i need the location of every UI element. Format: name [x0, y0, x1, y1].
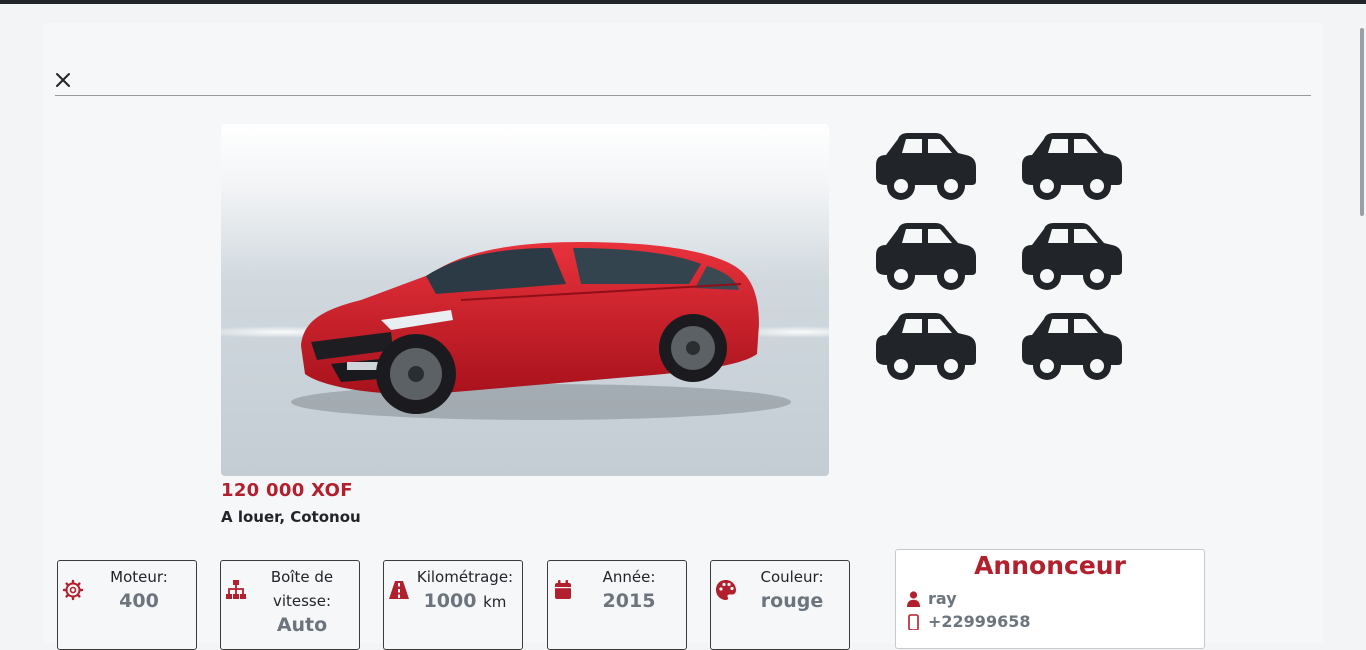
main-car-photo[interactable]	[221, 124, 829, 476]
announcer-phone-row[interactable]: +22999658	[906, 612, 1030, 631]
spec-value-wrap: 1000 km	[408, 590, 522, 612]
mobile-phone-icon	[908, 613, 919, 630]
header-divider	[55, 95, 1311, 96]
announcer-name: ray	[928, 589, 957, 608]
close-button[interactable]	[55, 72, 71, 90]
car-icon	[876, 313, 976, 380]
spec-gearbox: Boîte de vitesse: Auto	[220, 560, 360, 650]
spec-color: Couleur: rouge	[710, 560, 850, 650]
car-icon	[1022, 133, 1122, 200]
thumbnail-3[interactable]	[876, 221, 976, 291]
car-icon	[1022, 223, 1122, 290]
thumbnail-5[interactable]	[876, 311, 976, 381]
spec-value: 400	[119, 590, 159, 612]
car-photo-illustration	[221, 124, 829, 476]
top-bar	[0, 0, 1366, 4]
spec-unit: km	[483, 593, 507, 611]
sitemap-icon	[225, 579, 247, 601]
listing-price: 120 000 XOF	[221, 480, 353, 501]
spec-value: Auto	[276, 614, 328, 636]
listing-modal: 120 000 XOF A louer, Cotonou Moteur: 400	[43, 23, 1323, 650]
thumbnail-6[interactable]	[1022, 311, 1122, 381]
spec-mileage: Kilométrage: 1000 km	[383, 560, 523, 650]
announcer-name-row: ray	[906, 589, 957, 608]
road-icon	[388, 579, 410, 601]
spec-label: Année:	[602, 568, 656, 586]
announcer-title: Annonceur	[974, 551, 1126, 580]
spec-value: 2015	[602, 590, 656, 612]
spec-label: Couleur:	[760, 568, 824, 586]
announcer-card: Annonceur ray +22999658	[895, 549, 1205, 649]
user-icon	[907, 590, 920, 607]
thumbnail-4[interactable]	[1022, 221, 1122, 291]
car-icon	[876, 223, 976, 290]
car-icon	[1022, 313, 1122, 380]
spec-value: 1000	[423, 590, 477, 612]
spec-label: Boîte de vitesse:	[270, 568, 334, 610]
spec-label: Moteur:	[110, 568, 168, 586]
palette-icon	[715, 579, 737, 601]
spec-year: Année: 2015	[547, 560, 687, 650]
close-icon	[56, 73, 70, 87]
thumbnail-1[interactable]	[876, 131, 976, 201]
spec-engine: Moteur: 400	[57, 560, 197, 650]
announcer-phone[interactable]: +22999658	[928, 612, 1030, 631]
spec-value: rouge	[760, 590, 824, 612]
scrollbar[interactable]	[1360, 28, 1364, 216]
spec-label: Kilométrage:	[416, 568, 514, 586]
listing-location: A louer, Cotonou	[221, 508, 361, 526]
thumbnail-2[interactable]	[1022, 131, 1122, 201]
gear-icon	[62, 579, 84, 601]
calendar-icon	[552, 579, 574, 601]
car-icon	[876, 133, 976, 200]
